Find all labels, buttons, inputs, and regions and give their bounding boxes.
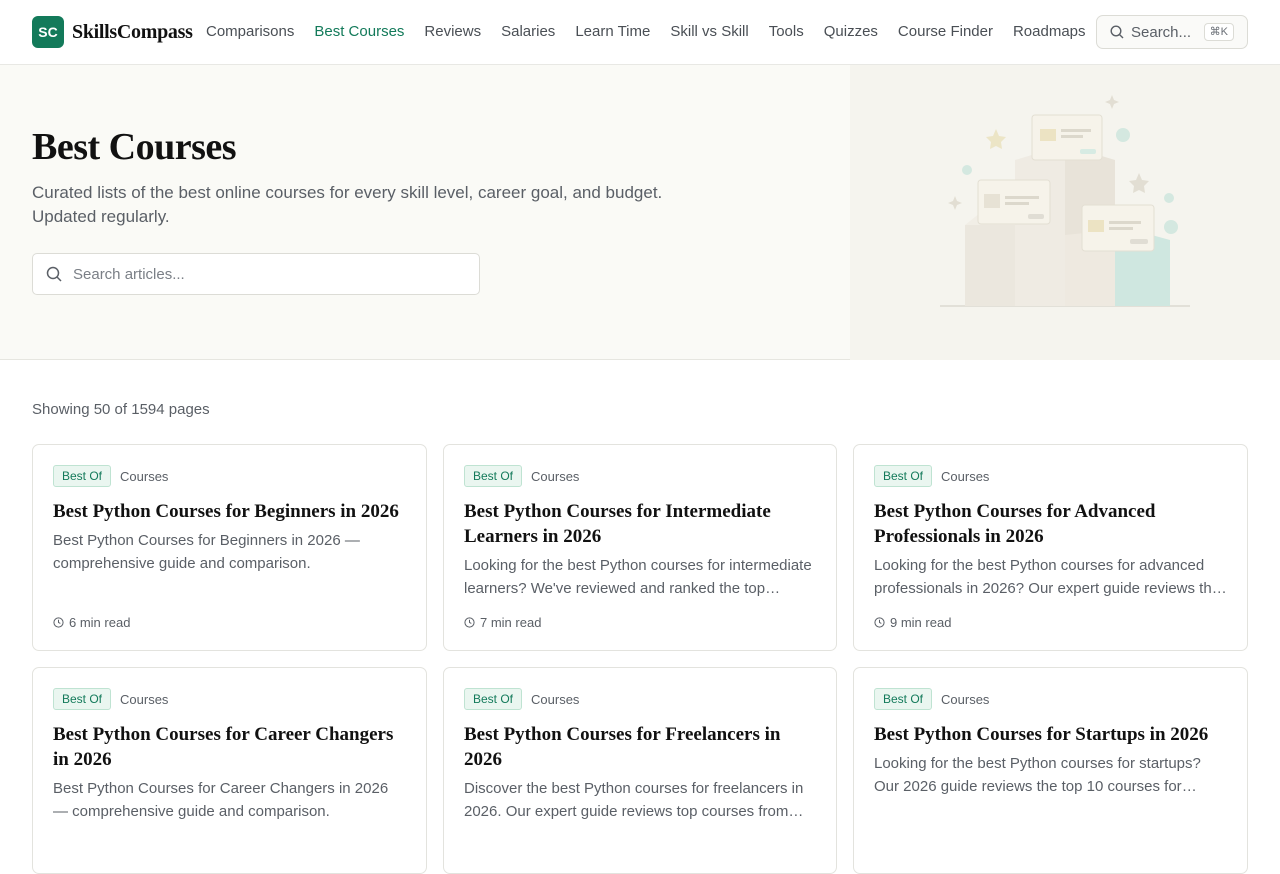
read-time: 7 min read: [464, 615, 541, 630]
card-mockup-top: [1031, 114, 1103, 161]
main-nav: Comparisons Best Courses Reviews Salarie…: [206, 22, 1106, 42]
nav-link-best-courses[interactable]: Best Courses: [314, 22, 404, 42]
article-card[interactable]: Best Of Courses Best Python Courses for A…: [853, 444, 1248, 651]
read-time-label: 6 min read: [69, 615, 131, 630]
article-card[interactable]: Best Of Courses Best Python Courses for F…: [443, 667, 837, 874]
read-time: 9 min read: [874, 615, 951, 630]
article-grid: Best Of Courses Best Python Courses for B…: [32, 444, 1248, 874]
clock-icon: [874, 617, 885, 628]
nav-link-tools[interactable]: Tools: [769, 22, 804, 42]
category-badge: Best Of: [464, 465, 523, 487]
search-icon: [46, 266, 62, 282]
article-card[interactable]: Best Of Courses Best Python Courses for S…: [853, 667, 1248, 874]
category-label: Courses: [120, 468, 169, 484]
nav-link-roadmaps[interactable]: Roadmaps: [1013, 22, 1086, 42]
page-title: Best Courses: [32, 126, 237, 168]
results-count: Showing 50 of 1594 pages: [32, 401, 210, 418]
read-time: 6 min read: [53, 615, 130, 630]
article-description: Discover the best Python courses for fre…: [464, 780, 804, 820]
category-label: Courses: [120, 691, 169, 707]
category-label: Courses: [941, 468, 990, 484]
logo-text: SkillsCompass: [72, 20, 193, 43]
global-search-button[interactable]: Search... ⌘K: [1096, 15, 1248, 49]
article-description: Looking for the best Python courses for …: [874, 755, 1201, 795]
global-search-label: Search...: [1131, 23, 1192, 41]
search-icon: [1110, 25, 1124, 39]
card-mockup-left: [977, 179, 1051, 225]
card-mockup-right: [1081, 204, 1155, 252]
article-description: Best Python Courses for Beginners in 202…: [53, 532, 360, 572]
category-label: Courses: [941, 691, 990, 707]
article-card[interactable]: Best Of Courses Best Python Courses for B…: [32, 444, 427, 651]
site-header: SC SkillsCompass Comparisons Best Course…: [0, 0, 1280, 65]
category-label: Courses: [531, 468, 580, 484]
article-description: Looking for the best Python courses for …: [874, 557, 1221, 597]
nav-link-learn-time[interactable]: Learn Time: [575, 22, 650, 42]
keyboard-shortcut-badge: ⌘K: [1203, 23, 1234, 41]
nav-link-skill-vs-skill[interactable]: Skill vs Skill: [670, 22, 748, 42]
hero-illustration: [850, 65, 1280, 360]
category-badge: Best Of: [53, 688, 112, 710]
article-title[interactable]: Best Python Courses for Intermediate Lea…: [464, 499, 816, 549]
category-badge: Best Of: [53, 465, 112, 487]
article-search-input[interactable]: [73, 265, 453, 283]
category-badge: Best Of: [874, 465, 933, 487]
nav-link-quizzes[interactable]: Quizzes: [824, 22, 878, 42]
category-label: Courses: [531, 691, 580, 707]
article-description: Best Python Courses for Career Changers …: [53, 780, 389, 820]
site-logo[interactable]: SC SkillsCompass: [32, 16, 193, 48]
article-title[interactable]: Best Python Courses for Freelancers in 2…: [464, 722, 816, 772]
hero-section: Best Courses Curated lists of the best o…: [0, 65, 1280, 360]
nav-link-reviews[interactable]: Reviews: [424, 22, 481, 42]
page-subtitle: Curated lists of the best online courses…: [32, 183, 663, 226]
logo-mark: SC: [32, 16, 64, 48]
article-title[interactable]: Best Python Courses for Startups in 2026: [874, 722, 1227, 747]
read-time-label: 9 min read: [890, 615, 952, 630]
article-card[interactable]: Best Of Courses Best Python Courses for C…: [32, 667, 427, 874]
category-badge: Best Of: [464, 688, 523, 710]
nav-link-salaries[interactable]: Salaries: [501, 22, 555, 42]
article-card[interactable]: Best Of Courses Best Python Courses for I…: [443, 444, 837, 651]
nav-link-comparisons[interactable]: Comparisons: [206, 22, 294, 42]
article-title[interactable]: Best Python Courses for Career Changers …: [53, 722, 406, 772]
clock-icon: [53, 617, 64, 628]
article-search: [32, 253, 480, 295]
clock-icon: [464, 617, 475, 628]
category-badge: Best Of: [874, 688, 933, 710]
article-title[interactable]: Best Python Courses for Beginners in 202…: [53, 499, 406, 524]
read-time-label: 7 min read: [480, 615, 542, 630]
nav-link-course-finder[interactable]: Course Finder: [898, 22, 993, 42]
article-description: Looking for the best Python courses for …: [464, 557, 812, 597]
article-title[interactable]: Best Python Courses for Advanced Profess…: [874, 499, 1227, 549]
